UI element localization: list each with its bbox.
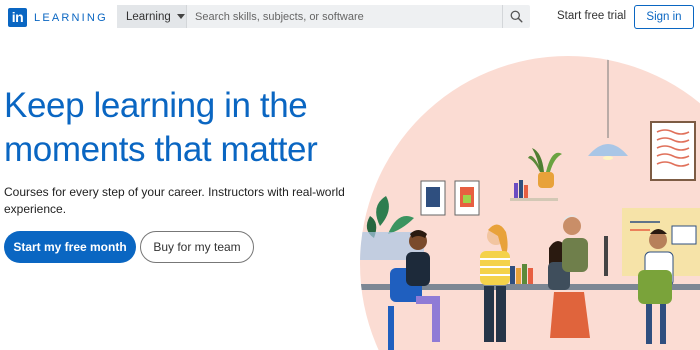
search-category-label: Learning (126, 10, 171, 23)
buy-for-team-button[interactable]: Buy for my team (140, 231, 254, 263)
search-button[interactable] (502, 5, 530, 28)
linkedin-logo-icon: in (8, 8, 27, 27)
start-free-trial-link[interactable]: Start free trial (557, 10, 626, 22)
search-category-select[interactable]: Learning (117, 5, 187, 28)
search-bar: Learning (117, 5, 530, 28)
hero-title: Keep learning in the moments that matter (4, 86, 318, 169)
start-free-month-button[interactable]: Start my free month (4, 231, 136, 263)
chevron-down-icon (176, 14, 185, 19)
linkedin-learning-logo[interactable]: in LEARNING (8, 8, 108, 27)
sign-in-button[interactable]: Sign in (634, 5, 694, 29)
search-input[interactable] (187, 5, 502, 28)
hero-subtitle: Courses for every step of your career. I… (4, 185, 345, 216)
logo-wordmark: LEARNING (34, 11, 108, 24)
hero-illustration (360, 56, 700, 350)
top-header: in LEARNING Learning Start free trial Si… (0, 0, 700, 34)
search-icon (510, 10, 523, 23)
